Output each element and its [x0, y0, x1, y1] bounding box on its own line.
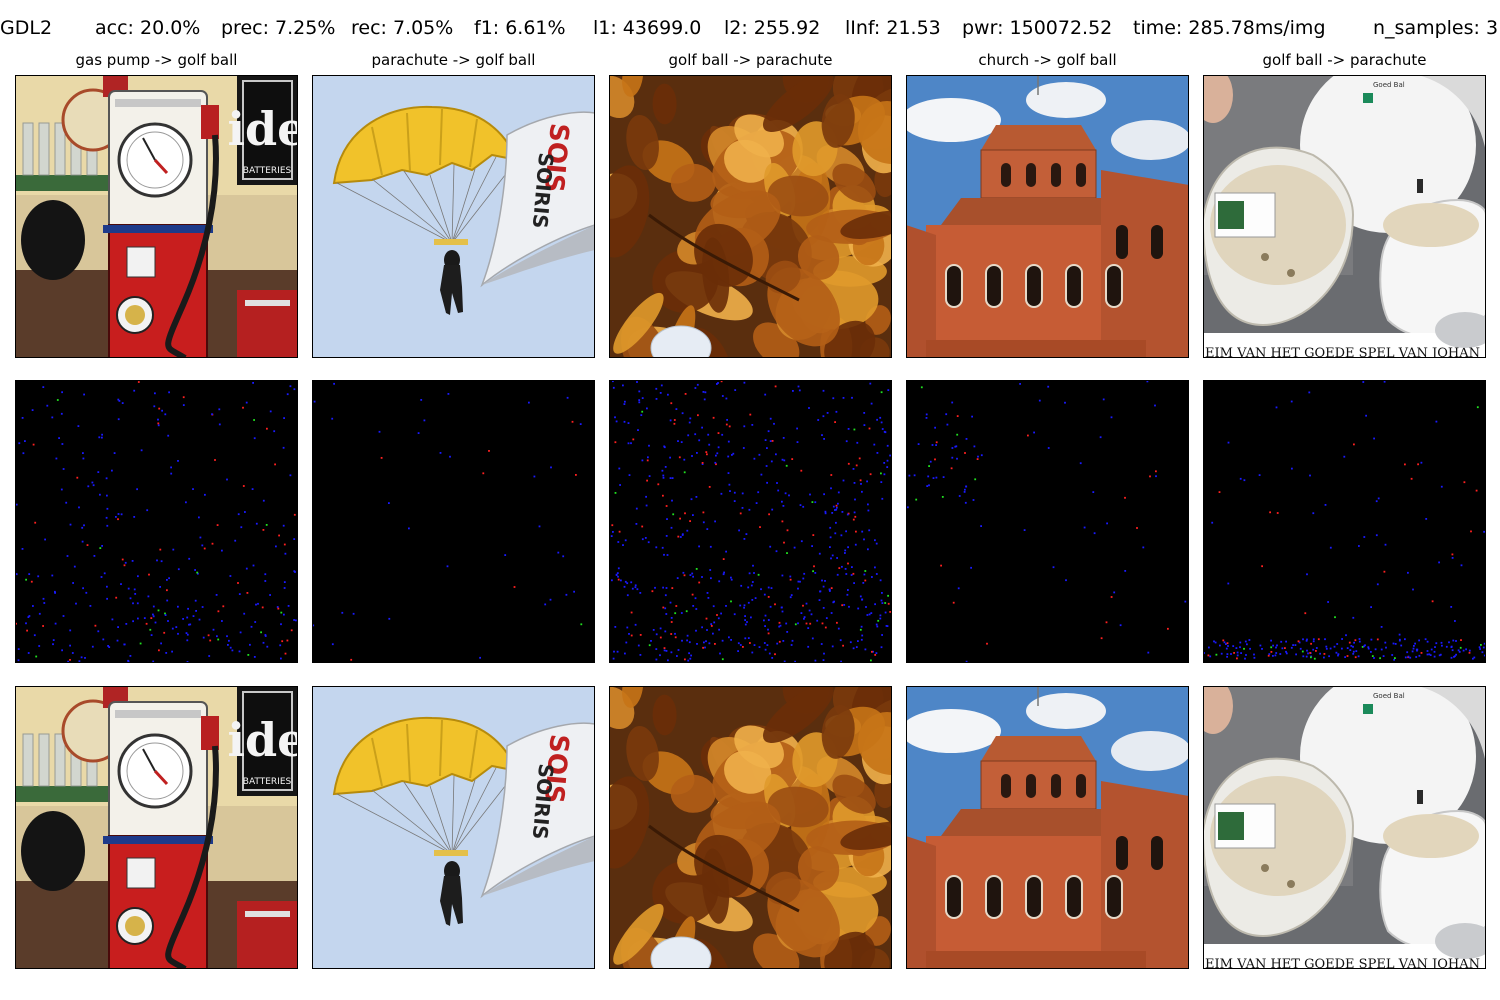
- adversarial-image-1: ide BATTERIES: [15, 686, 307, 969]
- image-grid: ide BATTERIES ide BATTERIES SOISSOIRIS SOISSO…: [15, 75, 1486, 972]
- original-image-1: ide BATTERIES: [15, 75, 307, 358]
- perturbation-map-1: [15, 380, 298, 663]
- svg-text:ide: ide: [228, 713, 307, 767]
- adversarial-image-2: SOISSOIRIS: [312, 686, 595, 969]
- svg-text:Goed Bal: Goed Bal: [1373, 81, 1405, 89]
- perturbation-map-4: [906, 380, 1189, 663]
- adversarial-image-5: Goed Bal EIM VAN HET GOEDE SPEL VAN JOHAN: [1203, 686, 1486, 972]
- original-image-3: [609, 75, 892, 358]
- figure: GDL2 acc: 20.0% prec: 7.25% rec: 7.05% f…: [0, 0, 1500, 1000]
- adversarial-image-4: [906, 686, 1189, 969]
- perturbation-map-5: [1203, 380, 1486, 663]
- svg-text:Goed Bal: Goed Bal: [1373, 692, 1405, 700]
- adversarial-image-3: [609, 686, 892, 969]
- original-image-5: Goed Bal EIM VAN HET GOEDE SPEL VAN JOHAN: [1203, 75, 1486, 361]
- svg-text:EIM VAN HET GOEDE SPEL VAN JOH: EIM VAN HET GOEDE SPEL VAN JOHAN: [1205, 346, 1480, 361]
- perturbation-map-3: [609, 380, 892, 663]
- original-image-4: [906, 75, 1189, 358]
- perturbation-map-2: [312, 380, 595, 663]
- svg-text:BATTERIES: BATTERIES: [243, 777, 292, 787]
- original-image-2: SOISSOIRIS: [312, 75, 595, 358]
- svg-text:EIM VAN HET GOEDE SPEL VAN JOH: EIM VAN HET GOEDE SPEL VAN JOHAN: [1205, 957, 1480, 972]
- svg-text:BATTERIES: BATTERIES: [243, 166, 292, 176]
- svg-text:ide: ide: [228, 102, 307, 156]
